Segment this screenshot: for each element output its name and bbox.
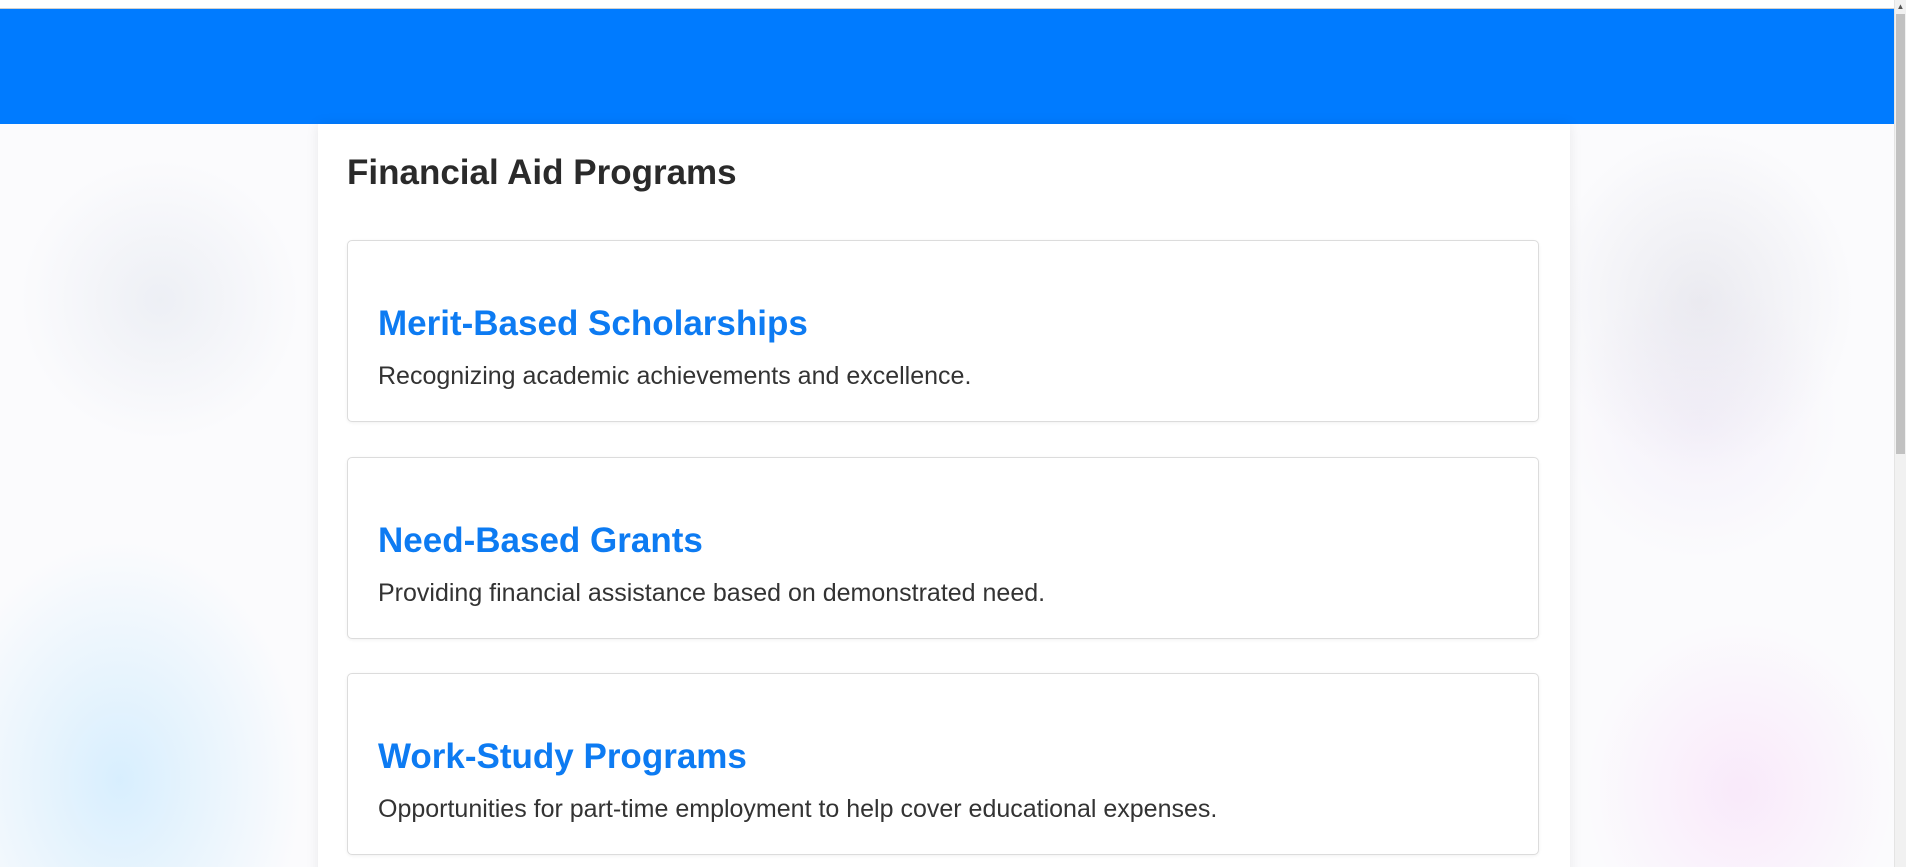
program-card-merit: Merit-Based Scholarships Recognizing aca… [347, 240, 1539, 422]
chevron-up-icon[interactable]: ▲ [1896, 2, 1905, 12]
program-description-need: Providing financial assistance based on … [378, 579, 1046, 607]
program-title-work-study[interactable]: Work-Study Programs [378, 736, 747, 778]
program-title-need[interactable]: Need-Based Grants [378, 520, 703, 562]
scrollbar-thumb[interactable] [1896, 14, 1905, 454]
program-description-work-study: Opportunities for part-time employment t… [378, 795, 1218, 823]
page-viewport: Financial Aid Programs Merit-Based Schol… [0, 0, 1906, 867]
page-title: Financial Aid Programs [347, 153, 737, 192]
header-bar [0, 9, 1895, 124]
program-card-need: Need-Based Grants Providing financial as… [347, 457, 1539, 639]
program-card-work-study: Work-Study Programs Opportunities for pa… [347, 673, 1539, 855]
program-title-merit[interactable]: Merit-Based Scholarships [378, 303, 808, 345]
browser-top-edge [0, 0, 1895, 9]
vertical-scrollbar[interactable]: ▲ [1894, 0, 1906, 867]
main-content: Financial Aid Programs Merit-Based Schol… [318, 124, 1570, 867]
program-description-merit: Recognizing academic achievements and ex… [378, 362, 972, 390]
